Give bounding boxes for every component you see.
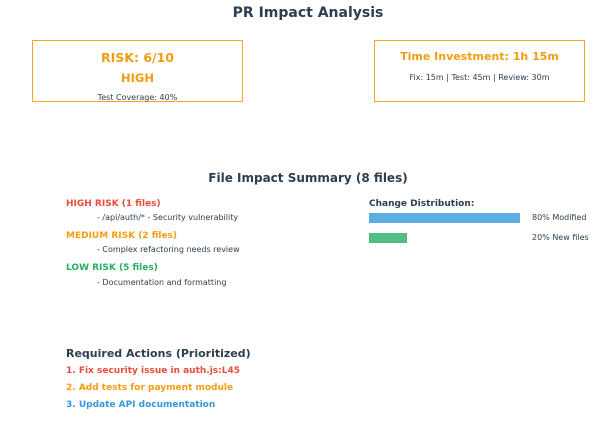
risk-score: RISK: 6/10: [101, 50, 174, 65]
action-item: 1. Fix security issue in auth.js:L45: [66, 366, 240, 376]
risk-card: RISK: 6/10 HIGH Test Coverage: 40%: [32, 40, 243, 102]
medium-risk-description: - Complex refactoring needs review: [97, 245, 240, 254]
new-files-bar-label: 20% New files: [532, 233, 589, 242]
action-item: 3. Update API documentation: [66, 400, 216, 410]
new-files-bar: [369, 233, 407, 243]
high-risk-label: HIGH RISK (1 files): [66, 199, 161, 209]
medium-risk-label: MEDIUM RISK (2 files): [66, 231, 178, 241]
low-risk-label: LOW RISK (5 files): [66, 263, 158, 273]
time-investment-title: Time Investment: 1h 15m: [400, 50, 559, 63]
time-investment-card: Time Investment: 1h 15m Fix: 15m | Test:…: [374, 40, 585, 102]
high-risk-description: - /api/auth/* - Security vulnerability: [97, 213, 239, 222]
file-summary-title: File Impact Summary (8 files): [208, 171, 408, 185]
modified-bar: [369, 213, 520, 223]
low-risk-description: - Documentation and formatting: [97, 278, 227, 287]
time-breakdown: Fix: 15m | Test: 45m | Review: 30m: [409, 73, 550, 82]
test-coverage: Test Coverage: 40%: [97, 93, 178, 102]
page-title: PR Impact Analysis: [232, 5, 384, 21]
actions-title: Required Actions (Prioritized): [66, 347, 251, 360]
change-distribution-title: Change Distribution:: [369, 199, 475, 209]
risk-level: HIGH: [121, 71, 154, 85]
action-item: 2. Add tests for payment module: [66, 383, 234, 393]
modified-bar-label: 80% Modified: [532, 213, 587, 222]
